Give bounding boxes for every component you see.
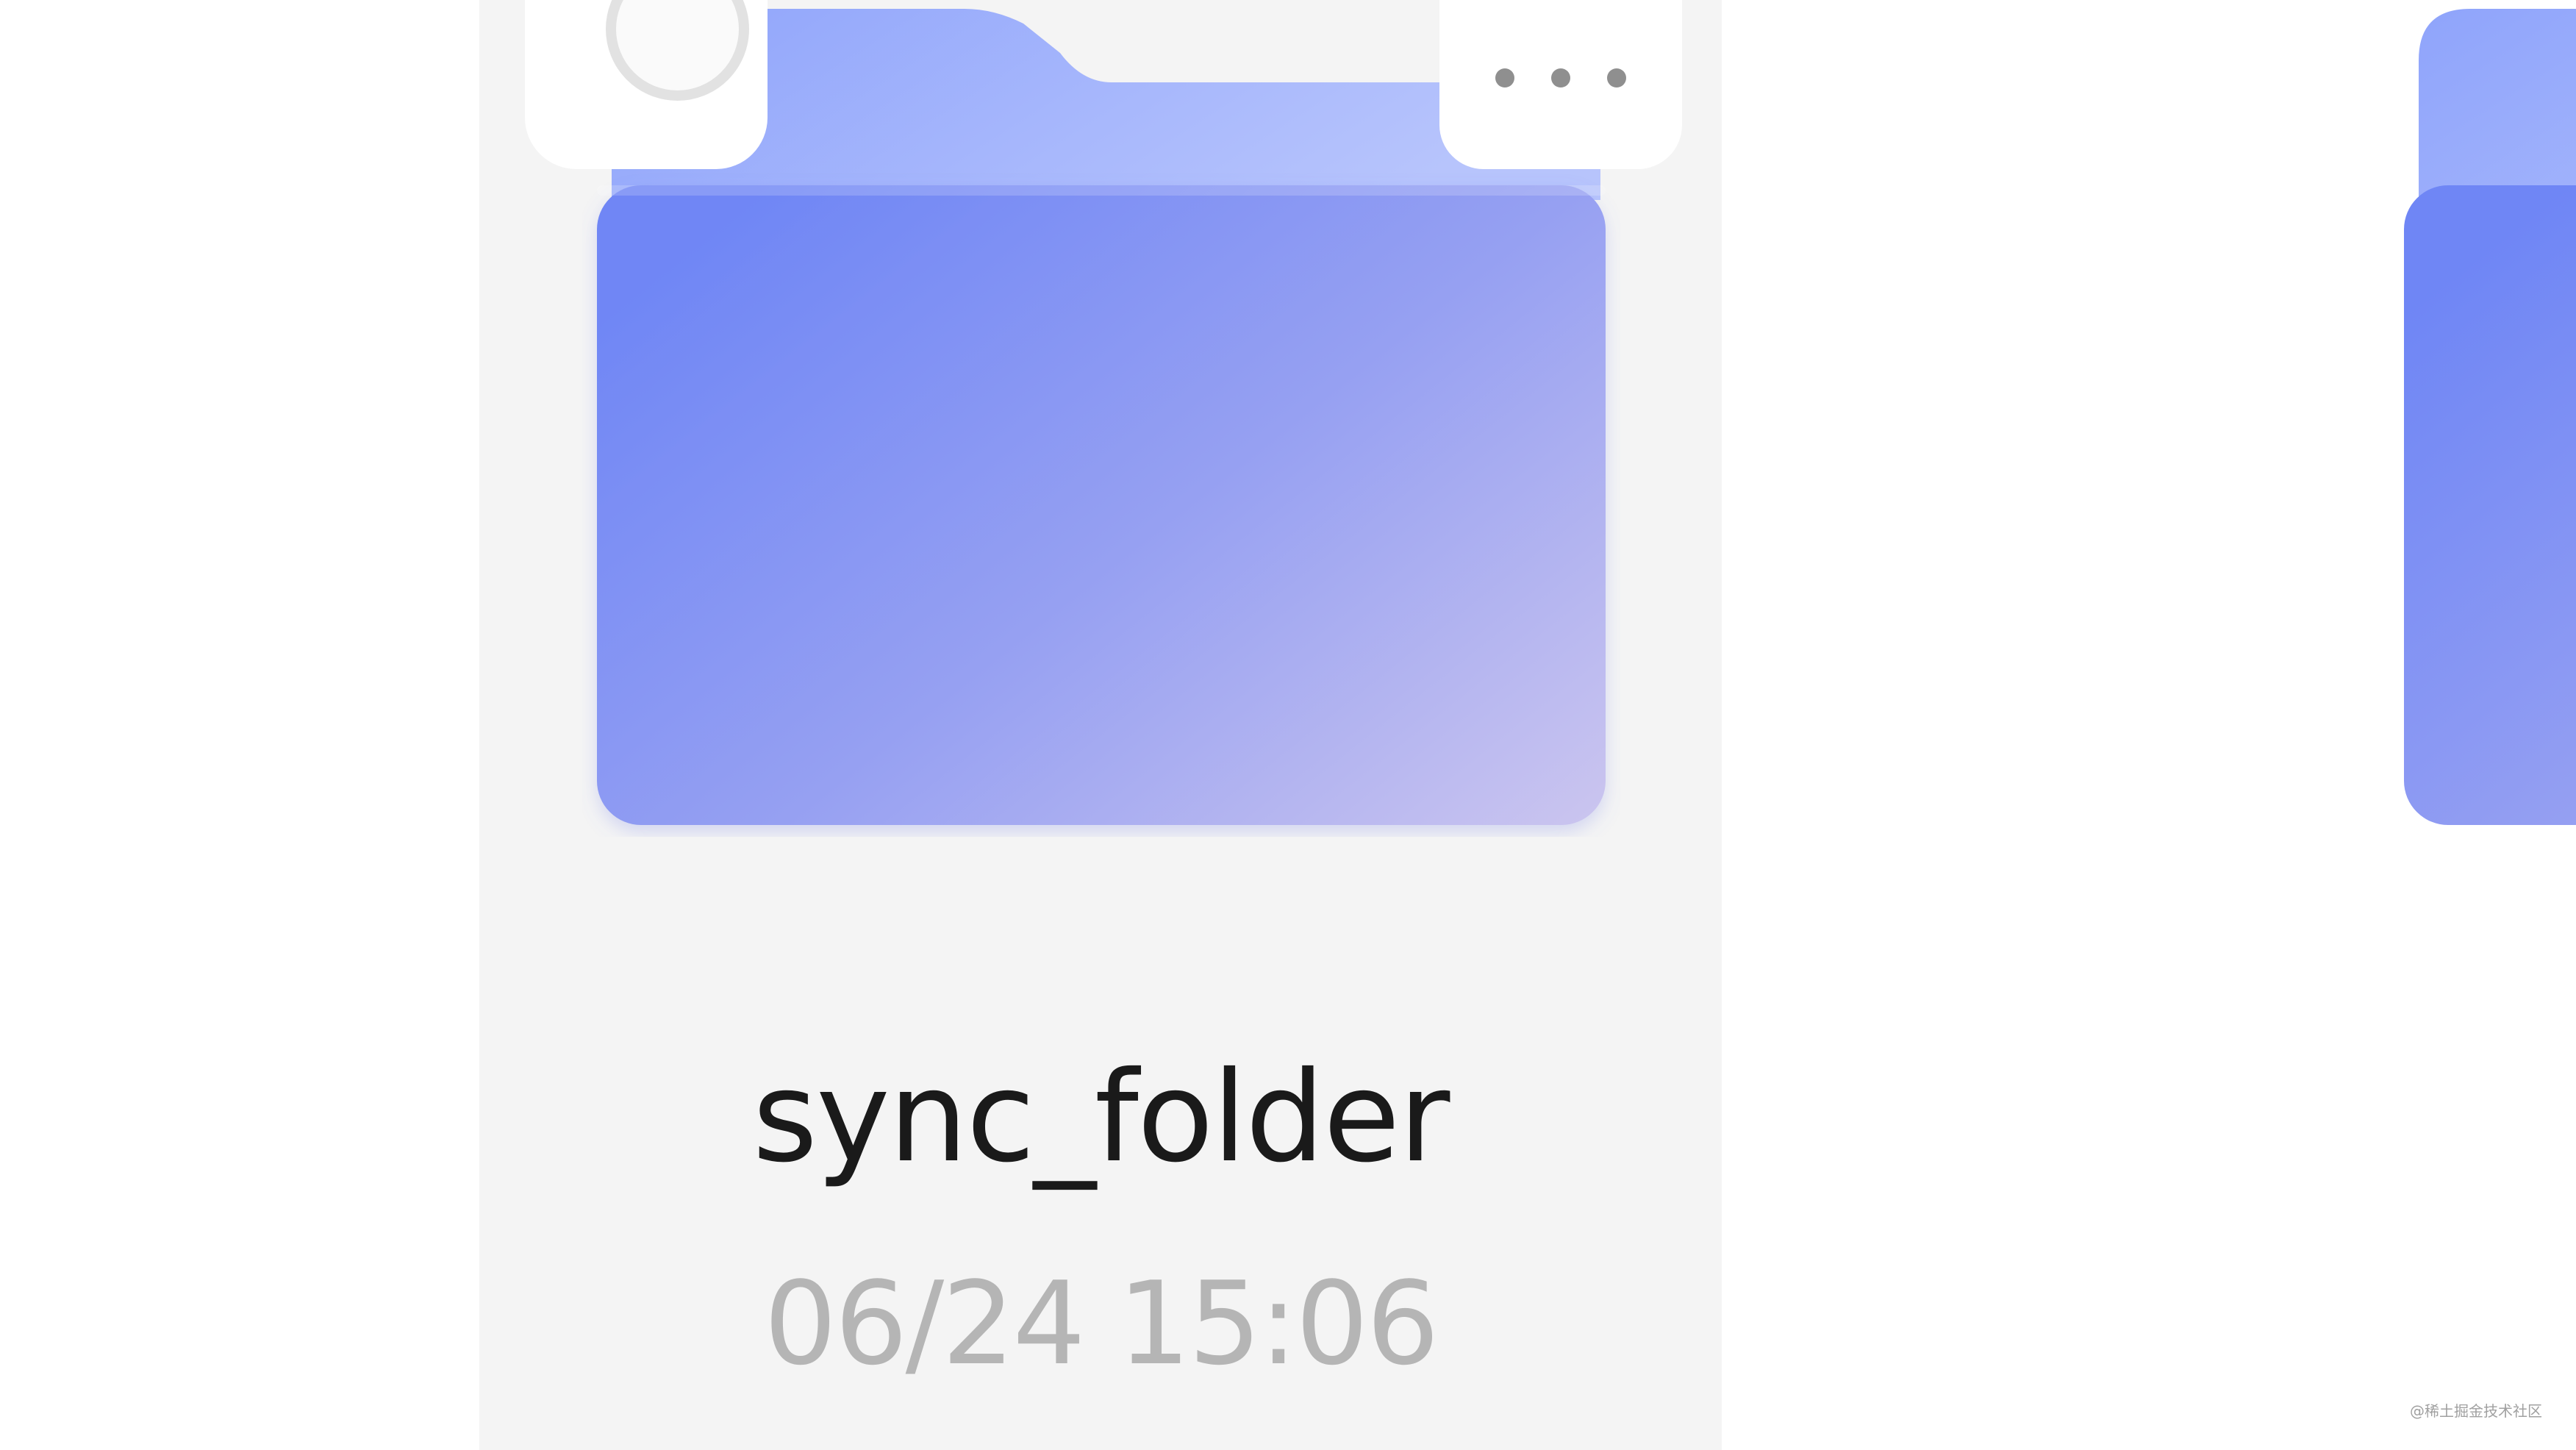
more-horizontal-icon bbox=[1495, 68, 1626, 88]
select-checkbox[interactable] bbox=[525, 0, 768, 169]
folder-name[interactable]: sync_folder bbox=[479, 1044, 1722, 1191]
watermark: @稀土掘金技术社区 bbox=[2410, 1402, 2542, 1420]
radio-circle-icon[interactable] bbox=[606, 0, 749, 101]
dot bbox=[1495, 68, 1514, 88]
folder-graphic bbox=[2404, 9, 2576, 825]
file-grid: sync_folder 06/24 15:06 @稀土掘金技术社区 bbox=[0, 0, 2576, 1450]
more-options-button[interactable] bbox=[1439, 0, 1682, 169]
dot bbox=[1607, 68, 1626, 88]
next-folder-icon[interactable] bbox=[2404, 9, 2576, 837]
folder-card[interactable]: sync_folder 06/24 15:06 bbox=[479, 0, 1722, 1450]
modified-time: 06/24 15:06 bbox=[764, 1257, 1439, 1390]
dot bbox=[1551, 68, 1570, 88]
